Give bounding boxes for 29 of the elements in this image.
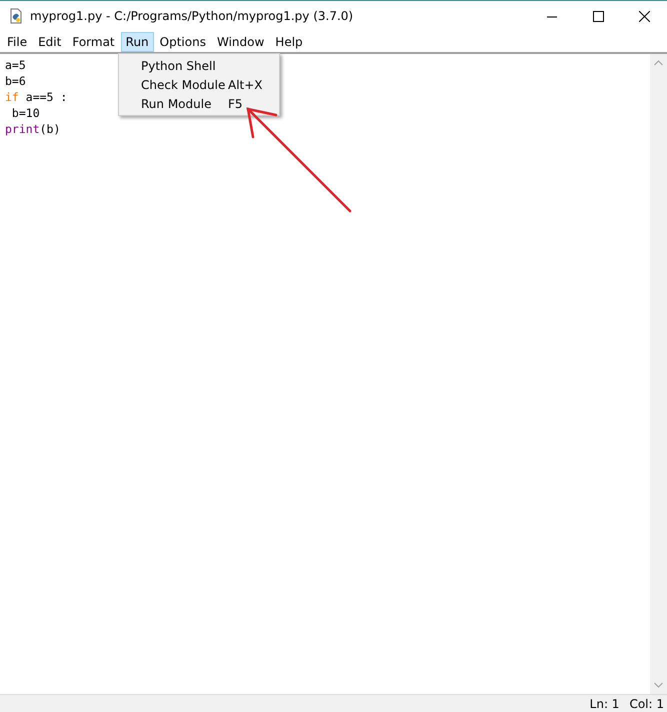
code-line: b=10 [10,105,40,121]
maximize-icon [592,10,604,22]
menu-option[interactable]: Check Module Alt+X [119,75,279,94]
code-line: b=6 [5,73,26,89]
menu-item[interactable]: Edit [33,32,66,52]
python-file-icon [8,8,24,24]
close-icon [638,10,650,22]
code-line: print(b) [5,121,60,137]
menu-item[interactable]: File [2,32,32,52]
scrollbar[interactable] [650,54,667,694]
option-label: Check Module [141,78,226,92]
scroll-up-icon[interactable] [654,60,663,66]
line-number: Ln: 1 [590,696,620,710]
menu-option[interactable]: Run Module F5 [119,94,279,113]
menu-item[interactable]: Run [120,32,154,52]
shortcut-label: Alt+X [228,78,263,92]
scroll-down-icon[interactable] [654,682,663,688]
window-title: myprog1.py - C:/Programs/Python/myprog1.py (3.7.0) [30,9,354,23]
option-label: Python Shell [141,58,217,72]
menu-option[interactable]: Python Shell [119,56,279,75]
menu-item[interactable]: Window [212,32,270,52]
column-number: Col: 1 [629,696,664,710]
code-line: if a==5 : [5,89,68,105]
menu-item[interactable]: Options [154,32,211,52]
shortcut-label: F5 [228,96,243,110]
menu-item[interactable]: Help [270,32,308,52]
menu-item[interactable]: Format [67,32,120,52]
option-label: Run Module [141,96,212,110]
code-line: a=5 [5,57,26,73]
